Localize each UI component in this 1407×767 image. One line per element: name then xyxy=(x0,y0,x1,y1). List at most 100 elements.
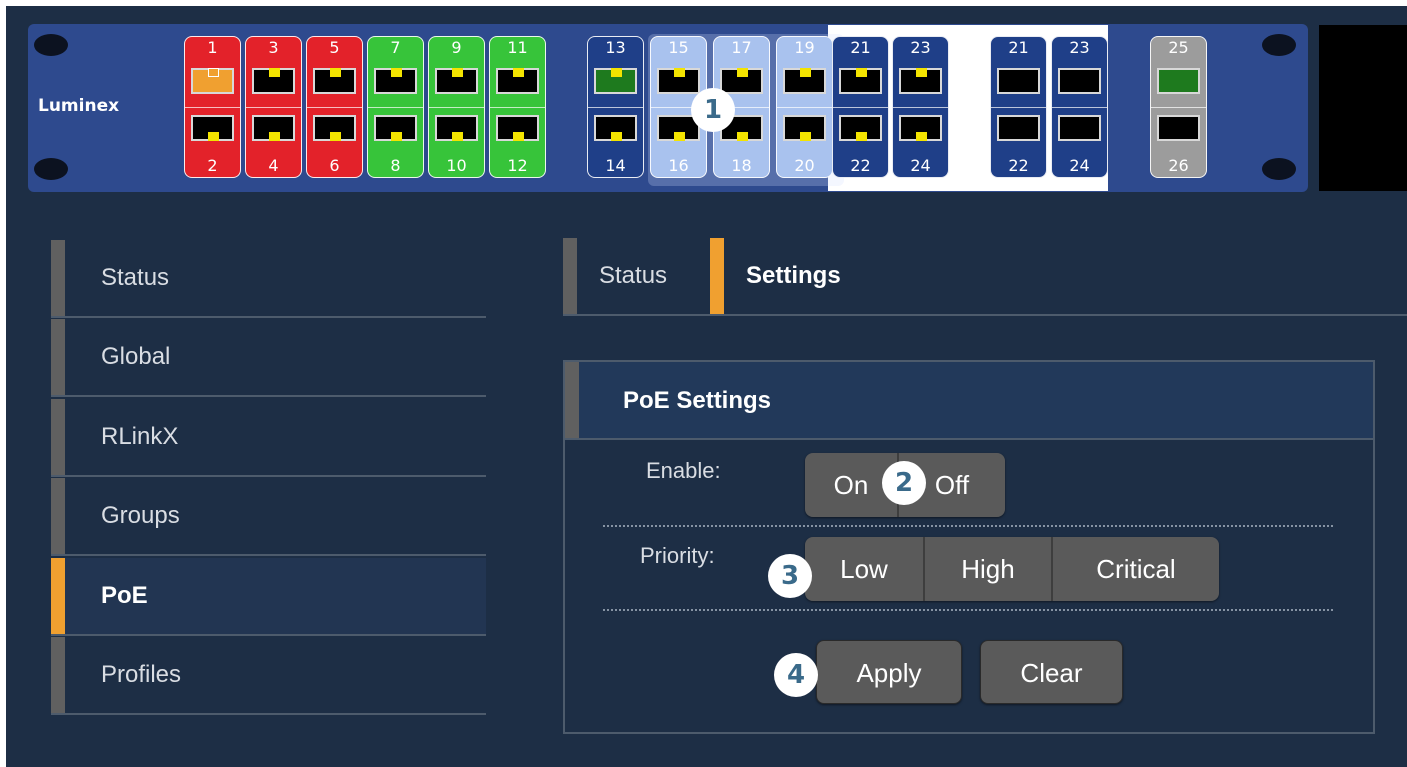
sidebar-item-marker xyxy=(51,319,65,395)
link-led xyxy=(513,68,524,77)
priority-high-button[interactable]: High xyxy=(925,537,1053,601)
link-led xyxy=(391,68,402,77)
jack-lower xyxy=(1157,115,1200,141)
jack-lower xyxy=(496,115,539,141)
jack-upper xyxy=(720,68,763,94)
port-number: 26 xyxy=(1168,156,1189,175)
tab-underline xyxy=(563,314,1407,316)
link-led xyxy=(856,132,867,141)
port-number: 2 xyxy=(207,156,218,175)
port-19-20[interactable]: 19 20 xyxy=(776,36,833,178)
jack-upper xyxy=(374,68,417,94)
jack-upper xyxy=(252,68,295,94)
sidebar-item-status[interactable]: Status xyxy=(51,240,486,318)
jack-upper xyxy=(783,68,826,94)
sidebar-item-label: Status xyxy=(101,264,170,291)
port-number: 14 xyxy=(605,156,626,175)
poe-settings-title: PoE Settings xyxy=(623,387,772,414)
enable-label: Enable: xyxy=(646,458,721,483)
port-divider xyxy=(588,107,643,108)
port-25-26-sfp[interactable]: 25 26 xyxy=(1150,36,1207,178)
port-number: 19 xyxy=(794,38,815,57)
jack-lower xyxy=(899,115,942,141)
jack-upper xyxy=(313,68,356,94)
jack-upper xyxy=(657,68,700,94)
link-led xyxy=(916,132,927,141)
link-led xyxy=(269,68,280,77)
port-divider xyxy=(1151,107,1206,108)
port-13-14[interactable]: 13 14 xyxy=(587,36,644,178)
rack-ear-hole xyxy=(1262,34,1296,56)
jack-upper xyxy=(1058,68,1101,94)
link-led xyxy=(737,132,748,141)
link-led xyxy=(330,68,341,77)
port-number: 15 xyxy=(668,38,689,57)
sidebar-item-label: Groups xyxy=(101,502,180,529)
jack-upper xyxy=(839,68,882,94)
jack-upper xyxy=(594,68,637,94)
port-divider xyxy=(991,107,1046,108)
link-led xyxy=(269,132,280,141)
tab-settings[interactable]: Settings xyxy=(710,238,910,316)
app-window: Luminex 1 2 3 4 5 6 7 8 9 10 11 12 13 14… xyxy=(6,6,1407,767)
port-number: 3 xyxy=(268,38,279,57)
panel-edge xyxy=(1319,25,1407,191)
jack-upper xyxy=(997,68,1040,94)
port-divider xyxy=(490,107,545,108)
port-number: 20 xyxy=(794,156,815,175)
port-3-4[interactable]: 3 4 xyxy=(245,36,302,178)
port-divider xyxy=(185,107,240,108)
sidebar-item-global[interactable]: Global xyxy=(51,319,486,397)
port-7-8[interactable]: 7 8 xyxy=(367,36,424,178)
port-1-2[interactable]: 1 2 xyxy=(184,36,241,178)
sidebar-item-poe[interactable]: PoE xyxy=(51,558,486,636)
priority-critical-button[interactable]: Critical xyxy=(1053,537,1219,601)
port-21-22-uplink[interactable]: 21 22 xyxy=(990,36,1047,178)
port-number: 24 xyxy=(910,156,931,175)
tab-status[interactable]: Status xyxy=(563,238,709,316)
port-divider xyxy=(1052,107,1107,108)
sidebar-item-label: Profiles xyxy=(101,661,182,688)
port-number: 6 xyxy=(329,156,340,175)
port-11-12[interactable]: 11 12 xyxy=(489,36,546,178)
link-led xyxy=(611,68,622,77)
callout-badge-3: 3 xyxy=(768,554,812,598)
header-marker xyxy=(565,362,579,438)
port-number: 13 xyxy=(605,38,626,57)
port-divider xyxy=(307,107,362,108)
port-number: 10 xyxy=(446,156,467,175)
port-23-24[interactable]: 23 24 xyxy=(892,36,949,178)
port-21-22[interactable]: 21 22 xyxy=(832,36,889,178)
jack-upper xyxy=(191,68,234,94)
port-number: 24 xyxy=(1069,156,1090,175)
port-number: 4 xyxy=(268,156,279,175)
link-led xyxy=(513,132,524,141)
sidebar-item-label: Global xyxy=(101,343,171,370)
link-led xyxy=(330,132,341,141)
clear-button[interactable]: Clear xyxy=(980,640,1123,704)
sidebar-item-marker xyxy=(51,478,65,554)
callout-badge-4: 4 xyxy=(774,653,818,697)
port-5-6[interactable]: 5 6 xyxy=(306,36,363,178)
link-led xyxy=(856,68,867,77)
port-number: 1 xyxy=(207,38,218,57)
jack-lower xyxy=(313,115,356,141)
port-divider xyxy=(833,107,888,108)
priority-low-button[interactable]: Low xyxy=(805,537,925,601)
jack-upper xyxy=(435,68,478,94)
jack-lower xyxy=(191,115,234,141)
port-divider xyxy=(246,107,301,108)
port-9-10[interactable]: 9 10 xyxy=(428,36,485,178)
link-led xyxy=(391,132,402,141)
port-number: 5 xyxy=(329,38,340,57)
sidebar-item-profiles[interactable]: Profiles xyxy=(51,637,486,715)
jack-lower xyxy=(435,115,478,141)
tab-label: Settings xyxy=(746,262,841,289)
port-23-24-uplink[interactable]: 23 24 xyxy=(1051,36,1108,178)
port-number: 23 xyxy=(910,38,931,57)
apply-button[interactable]: Apply xyxy=(816,640,962,704)
sidebar-item-groups[interactable]: Groups xyxy=(51,478,486,556)
sidebar-item-rlinkx[interactable]: RLinkX xyxy=(51,399,486,477)
tab-marker xyxy=(563,238,577,316)
callout-badge-2: 2 xyxy=(882,461,926,505)
